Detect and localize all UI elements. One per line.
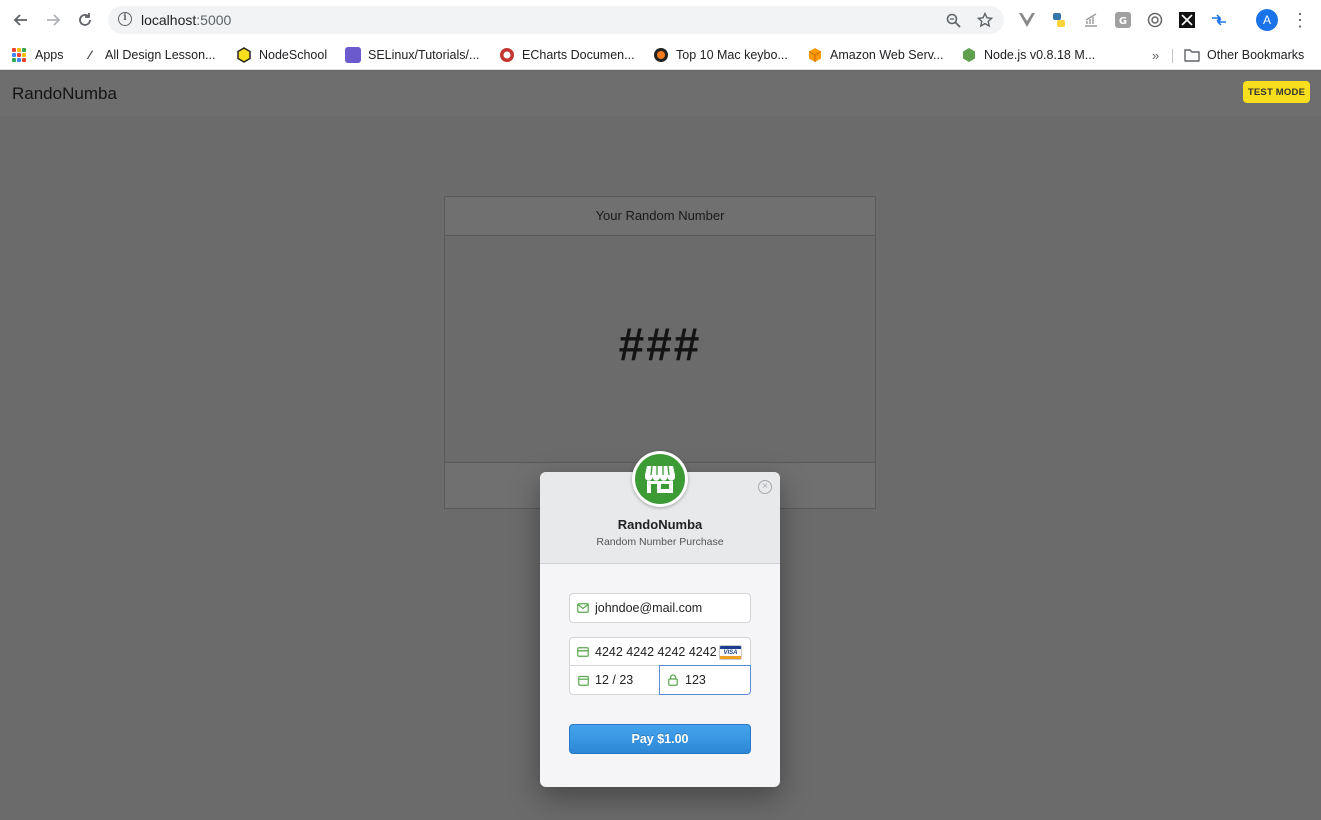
address-bar[interactable]: i localhost:5000 [108, 6, 1004, 34]
merchant-logo [632, 451, 688, 507]
checkout-subtitle: Random Number Purchase [596, 536, 724, 548]
more-bookmarks-chevron[interactable]: » [1152, 48, 1159, 63]
forward-icon[interactable] [41, 8, 65, 32]
bookmarks-separator [1172, 49, 1173, 63]
lock-icon [667, 674, 679, 686]
expiry-field[interactable] [569, 665, 660, 695]
bookmark-nodejs[interactable]: Node.js v0.8.18 M... [961, 44, 1095, 66]
bookmark-label: Amazon Web Serv... [830, 48, 944, 62]
nodeschool-hex-icon [237, 47, 251, 63]
expiry-input[interactable] [595, 673, 659, 687]
zoom-icon[interactable] [944, 11, 962, 29]
test-mode-badge: TEST MODE [1243, 81, 1310, 103]
folder-icon [1184, 49, 1200, 62]
url-port: :5000 [196, 12, 232, 28]
url-text: localhost:5000 [141, 12, 231, 28]
bookmark-star-icon[interactable] [976, 11, 994, 29]
vue-devtools-icon[interactable] [1018, 11, 1036, 29]
browser-toolbar: i localhost:5000 G A ⋮ [0, 0, 1321, 40]
checkout-header: × RandoNumba Random Number Purchase [540, 451, 780, 564]
site-info-icon[interactable]: i [118, 12, 132, 26]
cvc-field[interactable] [659, 665, 751, 695]
arrows-extension-icon[interactable] [1210, 11, 1228, 29]
checkout-modal: × RandoNumba Random Number Purchase VISA [540, 451, 780, 787]
visa-card-icon: VISA [719, 645, 742, 660]
app-brand[interactable]: RandoNumba [12, 84, 117, 104]
checkout-title: RandoNumba [617, 517, 703, 532]
bookmark-mac-keyboard[interactable]: Top 10 Mac keybo... [653, 44, 788, 66]
browser-menu-icon[interactable]: ⋮ [1290, 9, 1310, 31]
bookmark-nodeschool[interactable]: NodeSchool [236, 44, 327, 66]
envelope-icon [577, 602, 589, 614]
bookmark-label: All Design Lesson... [105, 48, 216, 62]
calendar-icon [577, 674, 589, 686]
bookmark-label: Top 10 Mac keybo... [676, 48, 788, 62]
url-host: localhost [141, 12, 197, 28]
close-icon[interactable]: × [758, 480, 772, 494]
grammarly-icon[interactable]: G [1114, 11, 1132, 29]
bookmark-echarts[interactable]: ECharts Documen... [499, 44, 635, 66]
profile-avatar[interactable]: A [1256, 9, 1278, 31]
echarts-icon [500, 48, 514, 62]
bookmark-label: Node.js v0.8.18 M... [984, 48, 1096, 62]
bookmark-aws[interactable]: Amazon Web Serv... [807, 44, 943, 66]
credit-card-icon [577, 646, 589, 658]
reload-icon[interactable] [73, 8, 97, 32]
page-content: RandoNumba TEST MODE Your Random Number … [0, 71, 1321, 820]
other-bookmarks-label: Other Bookmarks [1207, 48, 1305, 62]
spiral-extension-icon[interactable] [1146, 11, 1164, 29]
email-input[interactable] [595, 601, 750, 615]
mac-keyboard-icon [654, 48, 668, 62]
bookmark-label: Apps [35, 48, 64, 62]
pay-button[interactable]: Pay $1.00 [569, 724, 751, 754]
selinux-icon [345, 47, 361, 63]
bookmarks-bar: Apps ⁄ All Design Lesson... NodeSchool S… [0, 40, 1321, 70]
x-extension-icon[interactable] [1178, 11, 1196, 29]
bookmark-label: SELinux/Tutorials/... [368, 48, 480, 62]
chart-extension-icon[interactable] [1082, 11, 1100, 29]
storefront-icon [645, 465, 675, 493]
bookmark-label: ECharts Documen... [522, 48, 635, 62]
back-icon[interactable] [9, 8, 33, 32]
code-slash-icon: ⁄ [88, 48, 91, 62]
python-icon[interactable] [1050, 11, 1068, 29]
card-number-field[interactable]: VISA [569, 637, 751, 666]
nodejs-hex-icon [963, 48, 975, 62]
bookmark-design-lessons[interactable]: ⁄ All Design Lesson... [82, 44, 216, 66]
random-number-display: ### [618, 318, 702, 370]
other-bookmarks[interactable]: Other Bookmarks [1184, 44, 1304, 66]
cvc-input[interactable] [685, 673, 750, 687]
email-field[interactable] [569, 593, 751, 623]
app-navbar: RandoNumba TEST MODE [0, 71, 1321, 116]
bookmark-selinux[interactable]: SELinux/Tutorials/... [345, 44, 479, 66]
bookmark-label: NodeSchool [259, 48, 328, 62]
aws-cube-icon [808, 48, 822, 62]
card-header: Your Random Number [445, 197, 875, 236]
bookmark-apps[interactable]: Apps [12, 44, 64, 66]
apps-grid-icon [12, 48, 26, 62]
svg-text:G: G [1119, 16, 1127, 27]
